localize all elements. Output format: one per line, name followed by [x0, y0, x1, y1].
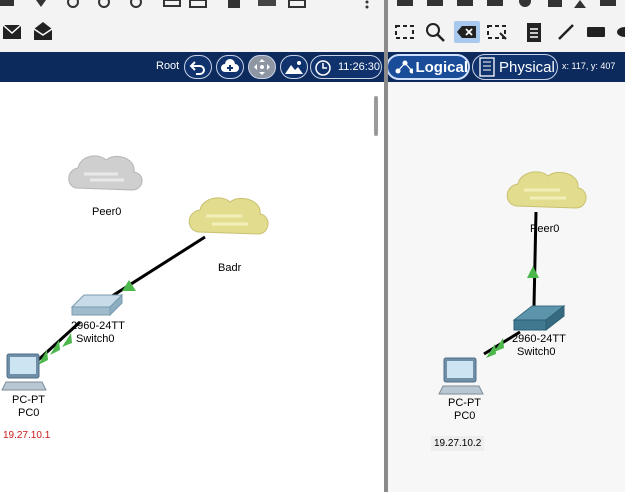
tab-logical[interactable]: Logical	[386, 54, 470, 80]
cloud-label: Badr	[218, 262, 242, 274]
note-icon[interactable]	[525, 21, 543, 43]
background-button[interactable]	[280, 55, 308, 79]
delete-icon[interactable]	[454, 21, 480, 43]
switch-icon	[70, 293, 124, 317]
ip-address-note[interactable]: 19.27.10.2	[431, 436, 485, 451]
mail-icon[interactable]	[2, 22, 22, 42]
right-topology-canvas[interactable]	[388, 82, 625, 492]
cloud-add-button[interactable]	[216, 55, 244, 79]
tab-logical-label: Logical	[415, 58, 468, 76]
tab-physical-label: Physical	[499, 58, 555, 76]
pc-model-label: PC-PT	[448, 397, 481, 409]
main-toolbar	[0, 12, 625, 52]
time-display: 11:26:30	[338, 61, 381, 73]
tab-physical[interactable]: Physical	[472, 54, 558, 80]
undo-icon	[189, 61, 205, 75]
link-status-up-icon	[527, 266, 539, 278]
draw-line-icon[interactable]	[556, 22, 576, 42]
switch-icon	[512, 304, 566, 332]
switch-model-label: 2960-24TT	[512, 333, 566, 345]
pc-icon	[1, 353, 47, 391]
pc-name-label: PC0	[18, 407, 40, 419]
ip-address-note[interactable]: 19.27.10.1	[0, 428, 54, 443]
switch-name-label: Switch0	[517, 346, 556, 358]
logical-icon	[395, 60, 414, 74]
clock-icon	[315, 60, 331, 76]
toolbar-icons-strip[interactable]	[0, 0, 625, 12]
cloud-add-icon	[221, 59, 239, 72]
left-topology-canvas[interactable]	[0, 82, 384, 492]
cloud-gray-label: Peer0	[92, 206, 122, 218]
cloud-icon	[506, 171, 587, 209]
root-label[interactable]: Root	[156, 60, 179, 72]
pc-model-label: PC-PT	[12, 394, 45, 406]
background-icon	[285, 61, 303, 74]
rectangle-icon[interactable]	[585, 24, 607, 40]
ellipse-icon[interactable]	[613, 24, 625, 40]
switch-model-label: 2960-24TT	[71, 320, 125, 332]
top-toolbar-partial	[0, 0, 625, 12]
cursor-coordinates: x: 117, y: 407	[562, 61, 616, 71]
cloud-icon	[188, 197, 269, 235]
pc-icon	[438, 357, 484, 395]
cloud-gray-icon	[68, 155, 143, 191]
move-button[interactable]	[248, 55, 276, 79]
select-icon[interactable]	[394, 22, 416, 42]
open-mail-icon[interactable]	[33, 20, 53, 42]
resize-icon[interactable]	[486, 22, 508, 42]
cloud-label: Peer0	[530, 223, 560, 235]
search-icon[interactable]	[424, 21, 446, 43]
physical-icon	[479, 57, 495, 77]
move-icon	[254, 59, 270, 75]
simulation-clock[interactable]: 11:26:30	[310, 55, 382, 79]
pc-name-label: PC0	[454, 410, 476, 422]
switch-name-label: Switch0	[76, 333, 115, 345]
undo-button[interactable]	[184, 55, 212, 79]
